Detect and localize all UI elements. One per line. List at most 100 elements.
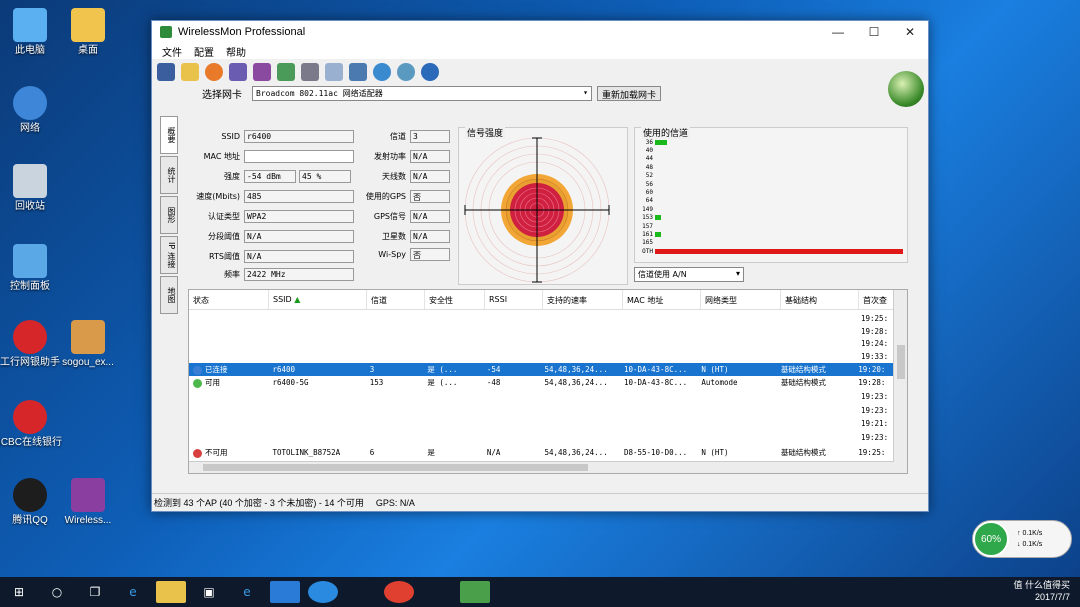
channel-usage-value: 信道使用 A/N — [638, 270, 687, 279]
gps-status: GPS: N/A — [375, 497, 415, 508]
col-network-type[interactable]: 网络类型 — [701, 290, 781, 309]
recycle-bin-icon — [13, 164, 47, 198]
tray-watermark: 值 什么值得买 — [1013, 580, 1070, 590]
col-rates[interactable]: 支持的速率 — [543, 290, 623, 309]
txpower-field: N/A — [410, 150, 450, 163]
mail-icon[interactable] — [270, 581, 300, 603]
store-icon[interactable]: ▣ — [194, 581, 224, 603]
channel-row: 153 — [637, 214, 662, 222]
search-icon[interactable]: ○ — [42, 581, 72, 603]
chevron-down-icon: ▾ — [583, 88, 588, 97]
col-status[interactable]: 状态 — [189, 290, 269, 309]
col-channel[interactable]: 信道 — [367, 290, 425, 309]
freq-field: 2422 MHz — [244, 268, 354, 281]
adapter-select[interactable]: Broadcom 802.11ac 网络适配器 ▾ — [252, 86, 592, 101]
minimize-button[interactable]: — — [820, 25, 856, 39]
col-security[interactable]: 安全性 — [425, 290, 485, 309]
start-button[interactable]: ⊞ — [4, 581, 34, 603]
channel-label: 36 — [645, 138, 653, 146]
tab-graph[interactable]: 图形 — [160, 196, 178, 234]
signal-strength-title: 信号强度 — [465, 126, 506, 139]
menu-file[interactable]: 文件 — [156, 43, 188, 59]
col-mac[interactable]: MAC 地址 — [623, 290, 701, 309]
horizontal-scrollbar[interactable] — [189, 461, 894, 473]
export-icon[interactable] — [277, 63, 295, 81]
menu-help[interactable]: 帮助 — [220, 43, 252, 59]
adapter-selector-row: 选择网卡 Broadcom 802.11ac 网络适配器 ▾ 重新加载网卡 — [202, 86, 662, 101]
tab-statistics[interactable]: 统计 — [160, 156, 178, 194]
close-button[interactable]: ✕ — [892, 25, 928, 39]
tab-map[interactable]: 地图 — [160, 276, 178, 314]
report-icon[interactable] — [349, 63, 367, 81]
channel-row: 40 — [637, 146, 655, 154]
task-view-icon[interactable]: ❐ — [80, 581, 110, 603]
desktop-icon-control-panel[interactable]: 控制面板 — [0, 244, 66, 293]
ie-icon[interactable]: e — [232, 581, 262, 603]
table-row[interactable]: 已连接 r6400 3 是 (... -54 54,48,36,24... 10-DA-43… — [189, 363, 894, 376]
sogou-icon[interactable] — [308, 581, 338, 603]
table-row[interactable]: 不可用 TOTOLINK_B8752A 6 是 N/A 54,48,36,24... D8-… — [189, 446, 894, 459]
col-ssid[interactable]: SSID ▲ — [269, 290, 367, 309]
record-icon[interactable] — [205, 63, 223, 81]
desktop-icon-icbc-online[interactable]: ICBC在线银行 — [0, 400, 66, 449]
edge-icon[interactable]: e — [118, 581, 148, 603]
desktop-icon-desktop[interactable]: 桌面 — [52, 8, 124, 57]
web-help-icon[interactable] — [397, 63, 415, 81]
status-text: 已连接 — [205, 365, 228, 374]
cell-first: 19:28: — [858, 378, 886, 387]
channel-usage-select[interactable]: 信道使用 A/N ▾ — [634, 267, 744, 282]
toolbar — [152, 59, 928, 85]
channel-row: 44 — [637, 155, 655, 163]
desktop-icon-network[interactable]: 网络 — [0, 86, 66, 135]
wirelessmon-taskbar-icon[interactable] — [460, 581, 490, 603]
cell-rssi: -54 — [486, 365, 501, 374]
table-row[interactable]: 可用 r6400-5G 153 是 (... -48 54,48,36,24... 10-D… — [189, 376, 894, 389]
col-infrastructure[interactable]: 基础结构 — [781, 290, 859, 309]
channel-label: 52 — [645, 172, 653, 180]
tray-date[interactable]: 2017/7/7 — [1013, 591, 1070, 603]
globe-icon[interactable] — [373, 63, 391, 81]
print-icon[interactable] — [301, 63, 319, 81]
help-icon[interactable] — [421, 63, 439, 81]
wispy-label: Wi-Spy — [378, 250, 406, 259]
desktop-icon-sogou[interactable]: sogou_ex... — [52, 320, 124, 369]
channel-row: 157 — [637, 222, 655, 230]
computer-icon — [13, 8, 47, 42]
channel-row: 60 — [637, 188, 655, 196]
table-header: 状态 SSID ▲ 信道 安全性 RSSI 支持的速率 MAC 地址 网络类型 … — [189, 290, 907, 310]
channel-row: 165 — [637, 239, 655, 247]
desktop-icon-recycle-bin[interactable]: 回收站 — [0, 164, 66, 213]
vertical-tabs: 概要 统计 图形 IP 连接 地图 — [160, 116, 180, 316]
notes-icon[interactable] — [325, 63, 343, 81]
status-dot-icon — [193, 448, 202, 458]
network-connect-icon[interactable] — [229, 63, 247, 81]
scroll-thumb[interactable] — [203, 464, 588, 471]
cell-nettype: Automode — [701, 378, 738, 387]
first-seen-time: 19:23: — [861, 432, 889, 442]
menu-config[interactable]: 配置 — [188, 43, 220, 59]
reload-adapter-button[interactable]: 重新加载网卡 — [597, 86, 662, 101]
file-explorer-icon[interactable] — [156, 581, 186, 603]
maximize-button[interactable]: ☐ — [856, 25, 892, 39]
first-seen-time: 19:33: — [861, 351, 889, 361]
channel-usage-bar — [655, 139, 668, 145]
satellites-field: N/A — [410, 230, 450, 243]
save-icon[interactable] — [157, 63, 175, 81]
col-rssi[interactable]: RSSI — [485, 290, 543, 309]
cell-infra: 基础结构模式 — [780, 365, 826, 374]
chrome-icon[interactable] — [384, 581, 414, 603]
channel-label: 153 — [642, 214, 653, 222]
title-bar[interactable]: WirelessMon Professional — ☐ ✕ — [152, 21, 928, 43]
network-disconnect-icon[interactable] — [253, 63, 271, 81]
qq-penguin-icon[interactable] — [346, 581, 376, 603]
network-speed-widget[interactable]: 60% ↑ 0.1K/s ↓ 0.1K/s — [972, 520, 1072, 558]
paint-icon[interactable] — [422, 581, 452, 603]
speed-field: 485 — [244, 190, 354, 203]
desktop-icon-wirelessmon[interactable]: Wireless... — [52, 478, 124, 527]
vertical-scrollbar[interactable] — [893, 290, 907, 473]
open-folder-icon[interactable] — [181, 63, 199, 81]
tab-summary[interactable]: 概要 — [160, 116, 178, 154]
tab-ip-connection[interactable]: IP 连接 — [160, 236, 178, 274]
rts-field: N/A — [244, 250, 354, 263]
scroll-thumb[interactable] — [897, 345, 905, 379]
